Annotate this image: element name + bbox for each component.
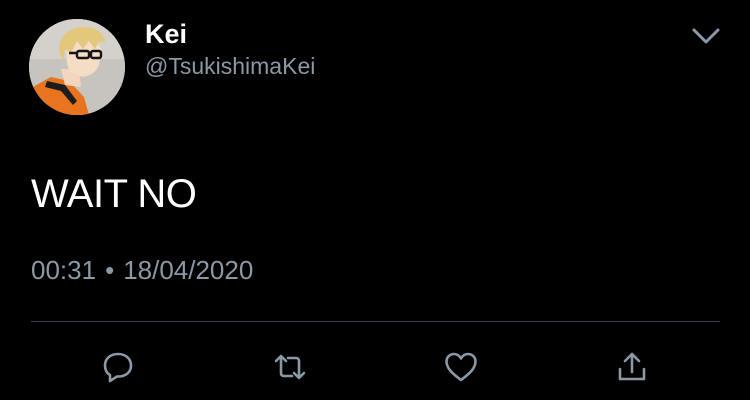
tweet-date[interactable]: 18/04/2020 <box>123 255 253 285</box>
reply-icon <box>103 352 133 383</box>
avatar[interactable] <box>29 19 125 115</box>
share-button[interactable] <box>614 349 650 385</box>
author-display-name[interactable]: Kei <box>145 17 187 51</box>
share-icon <box>618 352 646 381</box>
divider <box>31 321 720 322</box>
retweet-icon <box>274 354 306 380</box>
author-handle[interactable]: @TsukishimaKei <box>145 51 315 81</box>
profile-avatar-image <box>29 19 125 115</box>
tweet-detail-view: Kei @TsukishimaKei WAIT NO 00:31 • 18/04/2… <box>0 0 750 400</box>
meta-separator: • <box>105 255 115 285</box>
reply-button[interactable] <box>100 349 136 385</box>
tweet-time[interactable]: 00:31 <box>31 255 96 285</box>
tweet-text: WAIT NO <box>31 172 197 216</box>
like-button[interactable] <box>443 349 479 385</box>
chevron-down-icon[interactable] <box>690 24 722 48</box>
tweet-timestamp: 00:31 • 18/04/2020 <box>31 253 253 287</box>
retweet-button[interactable] <box>272 349 308 385</box>
heart-icon <box>445 352 477 382</box>
